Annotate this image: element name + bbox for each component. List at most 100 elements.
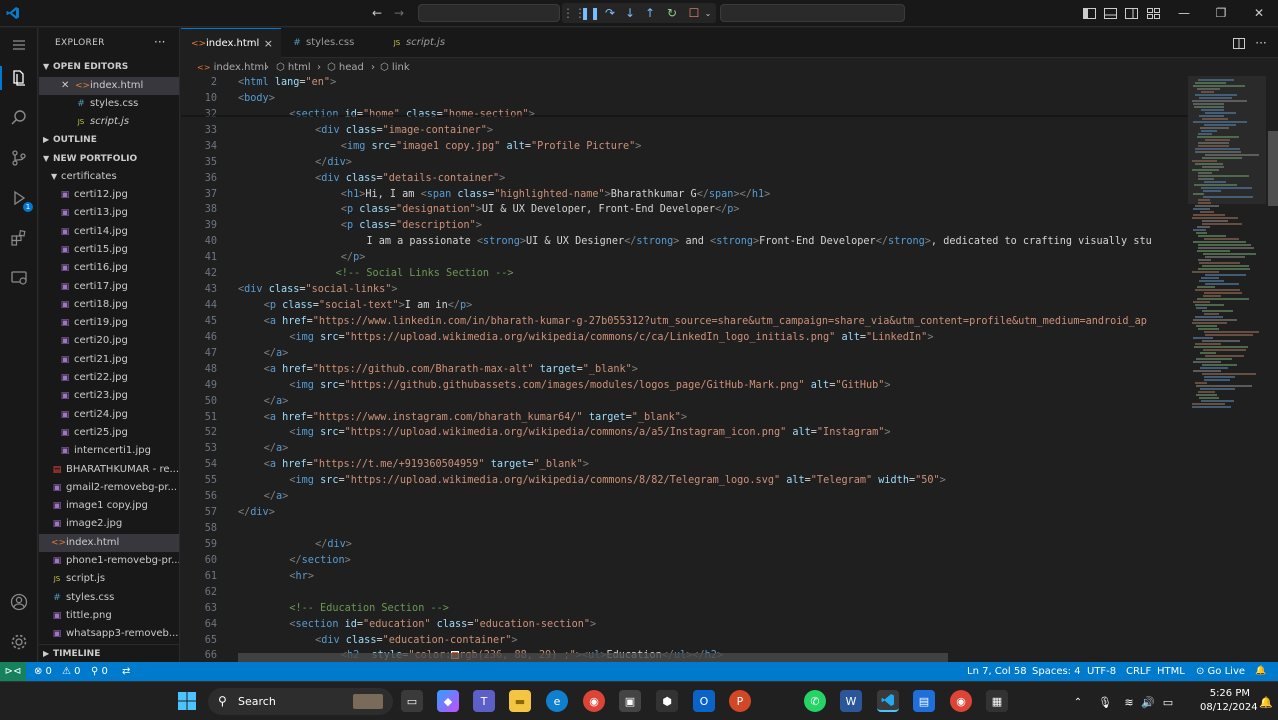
step-over-icon[interactable]: ↷: [602, 5, 618, 21]
file-item[interactable]: ▤ BHARATHKUMAR - re...: [39, 461, 179, 479]
file-item[interactable]: ▣ certi22.jpg: [39, 369, 179, 387]
notifications-bell-icon[interactable]: 🔔: [1255, 691, 1277, 713]
powerpoint-icon[interactable]: P: [729, 690, 751, 712]
code-line[interactable]: <hr>: [289, 571, 314, 582]
code-line[interactable]: <a href="https://www.linkedin.com/in/bha…: [264, 316, 1147, 327]
file-item[interactable]: ▣ phone1-removebg-pr...: [39, 552, 179, 570]
code-line[interactable]: <div class="education-container">: [315, 635, 517, 646]
code-line[interactable]: <p class="social-text">I am in</p>: [264, 300, 473, 311]
code-line[interactable]: <div class="social-links">: [238, 284, 398, 295]
code-line[interactable]: <img src="https://upload.wikimedia.org/w…: [289, 475, 945, 486]
cursor-position[interactable]: Ln 7, Col 58: [967, 662, 1027, 681]
code-line[interactable]: <html lang="en">: [238, 77, 336, 88]
code-line[interactable]: </a>: [264, 491, 289, 502]
file-item[interactable]: <>index.html: [39, 533, 179, 552]
more-actions-icon[interactable]: ···: [1253, 35, 1269, 51]
code-line[interactable]: <!-- Social Links Section -->: [336, 268, 514, 279]
code-line[interactable]: </a>: [264, 443, 289, 454]
timeline-section[interactable]: ▶ TIMELINE: [39, 644, 179, 662]
volume-icon[interactable]: 🔊: [1137, 691, 1159, 713]
remote-explorer-icon[interactable]: [7, 266, 31, 290]
folder-new-portfolio[interactable]: ▼ NEW PORTFOLIO: [39, 150, 179, 168]
minimize-icon[interactable]: —: [1176, 5, 1192, 21]
outline-section[interactable]: ▶ OUTLINE: [39, 131, 179, 149]
code-line[interactable]: <body>: [238, 93, 275, 104]
code-line[interactable]: <a href="https://www.instagram.com/bhara…: [264, 412, 687, 423]
customize-layout-icon[interactable]: [1145, 5, 1161, 21]
minimap[interactable]: [1188, 76, 1278, 662]
vscode-taskbar-icon[interactable]: [877, 690, 899, 712]
forward-arrow-icon[interactable]: →: [391, 5, 407, 21]
file-item[interactable]: ▣ certi16.jpg: [39, 259, 179, 277]
code-line[interactable]: </section>: [289, 555, 350, 566]
menu-icon[interactable]: [7, 33, 31, 57]
tab-index-html[interactable]: <>index.html ×: [181, 28, 281, 58]
file-item[interactable]: # styles.css: [39, 589, 179, 607]
chrome-icon[interactable]: ◉: [583, 690, 605, 712]
toggle-secondary-sidebar-icon[interactable]: [1123, 5, 1139, 21]
code-line[interactable]: </div>: [315, 539, 352, 550]
vertical-scrollbar[interactable]: [1268, 131, 1278, 206]
copilot-icon[interactable]: ◆: [437, 690, 459, 712]
restore-icon[interactable]: ❐: [1213, 5, 1229, 21]
battery-icon[interactable]: ▭: [1157, 691, 1179, 713]
remote-indicator[interactable]: ⊳⊲: [0, 662, 26, 681]
line-ending[interactable]: CRLF: [1126, 662, 1151, 681]
file-item[interactable]: ▣ certi25.jpg: [39, 424, 179, 442]
code-line[interactable]: <img src="https://github.githubassets.co…: [289, 380, 890, 391]
language-mode[interactable]: HTML: [1157, 662, 1185, 681]
step-into-icon[interactable]: ↓: [622, 5, 638, 21]
close-window-icon[interactable]: ✕: [1251, 5, 1267, 21]
teams-icon[interactable]: T: [473, 690, 495, 712]
source-control-icon[interactable]: [7, 146, 31, 170]
account-icon[interactable]: [7, 590, 31, 614]
whatsapp-icon[interactable]: ✆: [804, 690, 826, 712]
sync-icon[interactable]: ⇄: [122, 662, 130, 681]
app-icon[interactable]: ▤: [913, 690, 935, 712]
file-item[interactable]: ▣ certi19.jpg: [39, 314, 179, 332]
code-line[interactable]: I am a passionate <strong>UI & UX Design…: [367, 236, 1152, 247]
file-item[interactable]: JS script.js: [39, 570, 179, 588]
chevron-down-icon[interactable]: ⌄: [700, 5, 716, 21]
file-item[interactable]: ▣ image2.jpg: [39, 515, 179, 533]
file-item[interactable]: ▣ tittle.png: [39, 607, 179, 625]
command-center[interactable]: [418, 4, 560, 22]
errors-indicator[interactable]: ⊗ 0: [34, 662, 52, 681]
breadcrumb-item[interactable]: ⬡ link: [380, 59, 410, 76]
toggle-primary-sidebar-icon[interactable]: [1081, 5, 1097, 21]
file-item[interactable]: ▣ certi24.jpg: [39, 406, 179, 424]
system-clock[interactable]: 5:26 PM 08/12/2024: [1200, 687, 1258, 715]
indentation[interactable]: Spaces: 4: [1032, 662, 1081, 681]
step-out-icon[interactable]: ↑: [642, 5, 658, 21]
taskbar-search-input[interactable]: ⚲ Search: [208, 688, 393, 715]
file-item[interactable]: ▣ certi20.jpg: [39, 332, 179, 350]
code-line[interactable]: <section id="education" class="education…: [289, 619, 596, 630]
explorer-icon[interactable]: [0, 66, 31, 90]
code-line[interactable]: <a href="https://t.me/+919360504959" tar…: [264, 459, 589, 470]
code-line[interactable]: <div class="image-container">: [315, 125, 493, 136]
code-line[interactable]: <a href="https://github.com/Bharath-max-…: [264, 364, 638, 375]
go-live-button[interactable]: ⊙ Go Live: [1196, 662, 1245, 681]
open-editor-item[interactable]: JS script.js: [39, 113, 179, 131]
code-line[interactable]: <!-- Education Section -->: [289, 603, 448, 614]
file-item[interactable]: ▣ certi13.jpg: [39, 204, 179, 222]
file-item[interactable]: ▣ whatsapp3-removeb...: [39, 625, 179, 643]
tab-script-js[interactable]: JS script.js: [381, 28, 481, 58]
code-line[interactable]: </p>: [341, 252, 366, 263]
pause-icon[interactable]: ❚❚: [580, 5, 600, 21]
file-item[interactable]: ▣ certi14.jpg: [39, 223, 179, 241]
task-view-icon[interactable]: ▭: [401, 690, 423, 712]
file-item[interactable]: ▣ image1 copy.jpg: [39, 497, 179, 515]
code-line[interactable]: </a>: [264, 396, 289, 407]
back-arrow-icon[interactable]: ←: [369, 5, 385, 21]
code-line[interactable]: </div>: [238, 507, 275, 518]
app-icon[interactable]: ▦: [986, 690, 1008, 712]
code-line[interactable]: <div class="details-container">: [315, 173, 505, 184]
search-icon[interactable]: [7, 106, 31, 130]
open-editors-section[interactable]: ▼ OPEN EDITORS: [39, 58, 179, 76]
file-item[interactable]: ▣ certi21.jpg: [39, 351, 179, 369]
encoding[interactable]: UTF-8: [1087, 662, 1116, 681]
word-icon[interactable]: W: [840, 690, 862, 712]
file-item[interactable]: ▣ certi12.jpg: [39, 186, 179, 204]
chrome-icon[interactable]: ◉: [950, 690, 972, 712]
